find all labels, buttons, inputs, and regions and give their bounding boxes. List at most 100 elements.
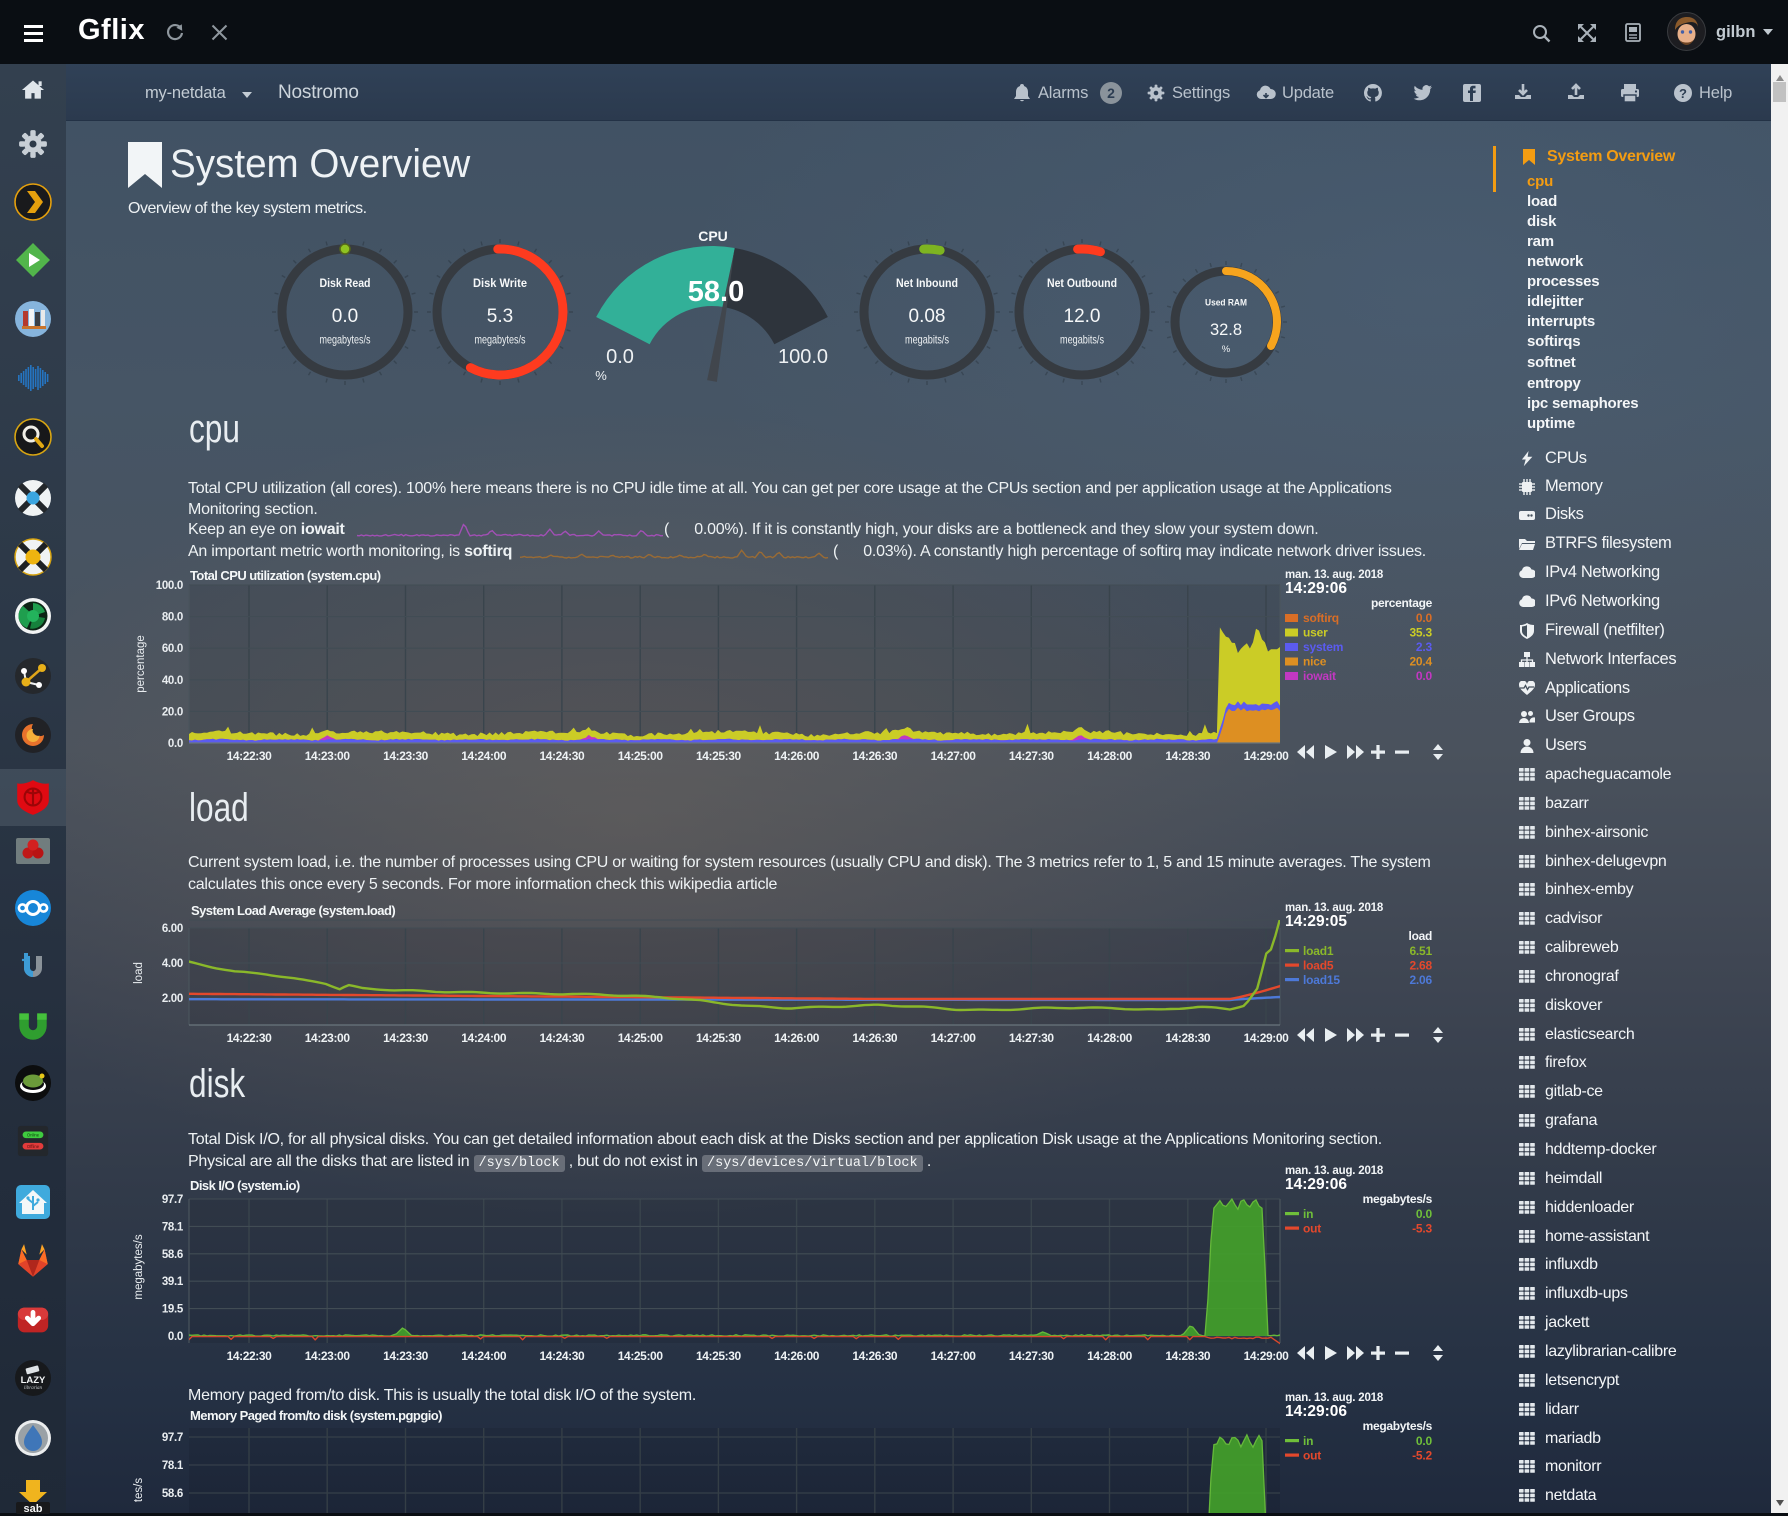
svg-text:14:27:30: 14:27:30	[1009, 749, 1055, 763]
svg-text:14:26:00: 14:26:00	[774, 1031, 820, 1045]
svg-text:14:24:30: 14:24:30	[539, 749, 585, 763]
svg-text:14:28:30: 14:28:30	[1165, 1349, 1211, 1363]
svg-text:14:27:30: 14:27:30	[1009, 1031, 1055, 1045]
svg-text:14:29:06: 14:29:06	[1285, 1403, 1347, 1420]
svg-text:60.0: 60.0	[162, 643, 183, 655]
svg-text:user: user	[1303, 626, 1328, 640]
svg-text:14:26:30: 14:26:30	[852, 1349, 898, 1363]
svg-text:97.7: 97.7	[162, 1432, 183, 1444]
svg-text:0.0: 0.0	[1416, 1434, 1433, 1448]
svg-text:softirq: softirq	[1303, 611, 1339, 625]
svg-text:tes/s: tes/s	[133, 1478, 145, 1503]
svg-text:14:22:30: 14:22:30	[227, 1349, 273, 1363]
svg-text:in: in	[1303, 1434, 1313, 1448]
svg-text:14:29:05: 14:29:05	[1285, 913, 1347, 930]
svg-text:14:24:30: 14:24:30	[539, 1031, 585, 1045]
svg-text:percentage: percentage	[1371, 596, 1433, 610]
svg-text:megabytes/s: megabytes/s	[133, 1234, 145, 1299]
svg-text:load15: load15	[1303, 973, 1340, 987]
svg-text:58.6: 58.6	[162, 1488, 183, 1500]
svg-text:14:25:00: 14:25:00	[618, 749, 664, 763]
svg-text:14:26:30: 14:26:30	[852, 1031, 898, 1045]
svg-text:14:27:00: 14:27:00	[931, 1349, 977, 1363]
svg-text:14:28:00: 14:28:00	[1087, 1031, 1133, 1045]
svg-text:14:23:30: 14:23:30	[383, 1349, 429, 1363]
svg-text:97.7: 97.7	[162, 1194, 183, 1206]
svg-text:58.6: 58.6	[162, 1249, 183, 1261]
svg-text:14:25:30: 14:25:30	[696, 1031, 742, 1045]
svg-text:out: out	[1303, 1449, 1321, 1463]
svg-text:in: in	[1303, 1207, 1313, 1221]
svg-text:14:27:00: 14:27:00	[931, 1031, 977, 1045]
svg-text:14:29:06: 14:29:06	[1285, 1176, 1347, 1193]
svg-text:100.0: 100.0	[156, 580, 183, 592]
svg-text:0.0: 0.0	[168, 738, 183, 750]
svg-text:14:28:00: 14:28:00	[1087, 1349, 1133, 1363]
svg-text:2.3: 2.3	[1416, 640, 1433, 654]
svg-text:35.3: 35.3	[1409, 626, 1432, 640]
svg-text:14:25:00: 14:25:00	[618, 1349, 664, 1363]
svg-text:78.1: 78.1	[162, 1460, 184, 1472]
svg-text:load5: load5	[1303, 959, 1334, 973]
svg-text:40.0: 40.0	[162, 675, 183, 687]
svg-text:0.0: 0.0	[1416, 669, 1433, 683]
svg-text:-5.2: -5.2	[1412, 1449, 1432, 1463]
svg-text:14:29:00: 14:29:00	[1244, 1031, 1290, 1045]
svg-text:14:23:30: 14:23:30	[383, 749, 429, 763]
svg-text:14:25:30: 14:25:30	[696, 749, 742, 763]
svg-text:load: load	[1409, 929, 1432, 943]
svg-text:14:24:30: 14:24:30	[539, 1349, 585, 1363]
svg-text:Memory Paged from/to disk (sys: Memory Paged from/to disk (system.pgpgio…	[190, 1408, 442, 1423]
svg-text:14:24:00: 14:24:00	[461, 1031, 507, 1045]
svg-text:Disk I/O (system.io): Disk I/O (system.io)	[190, 1178, 300, 1193]
svg-text:14:29:00: 14:29:00	[1244, 749, 1290, 763]
svg-text:System Load Average (system.lo: System Load Average (system.load)	[191, 903, 395, 918]
svg-text:0.0: 0.0	[1416, 1207, 1433, 1221]
svg-text:14:28:30: 14:28:30	[1165, 749, 1211, 763]
svg-text:system: system	[1303, 640, 1343, 654]
svg-text:megabytes/s: megabytes/s	[1363, 1419, 1433, 1433]
svg-text:14:28:00: 14:28:00	[1087, 749, 1133, 763]
svg-text:14:23:00: 14:23:00	[305, 749, 351, 763]
svg-text:load: load	[133, 962, 145, 984]
svg-text:load1: load1	[1303, 944, 1334, 958]
svg-text:14:23:00: 14:23:00	[305, 1349, 351, 1363]
svg-text:19.5: 19.5	[162, 1304, 184, 1316]
svg-text:14:23:30: 14:23:30	[383, 1031, 429, 1045]
svg-text:20.0: 20.0	[162, 706, 183, 718]
svg-text:20.4: 20.4	[1409, 655, 1432, 669]
svg-text:2.68: 2.68	[1409, 959, 1432, 973]
svg-text:4.00: 4.00	[162, 958, 183, 970]
svg-text:0.0: 0.0	[1416, 611, 1433, 625]
svg-text:2.00: 2.00	[162, 993, 183, 1005]
svg-text:14:26:30: 14:26:30	[852, 749, 898, 763]
svg-text:14:23:00: 14:23:00	[305, 1031, 351, 1045]
svg-text:14:24:00: 14:24:00	[461, 749, 507, 763]
svg-text:14:29:06: 14:29:06	[1285, 580, 1347, 597]
svg-text:14:29:00: 14:29:00	[1244, 1349, 1290, 1363]
svg-text:-5.3: -5.3	[1412, 1222, 1432, 1236]
svg-text:14:25:00: 14:25:00	[618, 1031, 664, 1045]
svg-text:14:28:30: 14:28:30	[1165, 1031, 1211, 1045]
svg-text:80.0: 80.0	[162, 612, 183, 624]
svg-text:14:25:30: 14:25:30	[696, 1349, 742, 1363]
svg-text:2.06: 2.06	[1409, 973, 1432, 987]
svg-text:39.1: 39.1	[162, 1276, 184, 1288]
svg-text:iowait: iowait	[1303, 669, 1336, 683]
svg-text:14:26:00: 14:26:00	[774, 749, 820, 763]
svg-text:Total CPU utilization (system.: Total CPU utilization (system.cpu)	[190, 568, 381, 583]
svg-text:14:22:30: 14:22:30	[227, 1031, 273, 1045]
svg-text:nice: nice	[1303, 655, 1327, 669]
svg-text:14:22:30: 14:22:30	[227, 749, 273, 763]
svg-text:14:24:00: 14:24:00	[461, 1349, 507, 1363]
svg-text:0.0: 0.0	[168, 1331, 183, 1343]
svg-text:78.1: 78.1	[162, 1221, 184, 1233]
svg-text:14:27:00: 14:27:00	[931, 749, 977, 763]
svg-text:14:26:00: 14:26:00	[774, 1349, 820, 1363]
svg-text:6.51: 6.51	[1409, 944, 1432, 958]
svg-text:percentage: percentage	[135, 635, 147, 693]
svg-text:14:27:30: 14:27:30	[1009, 1349, 1055, 1363]
svg-text:6.00: 6.00	[162, 923, 183, 935]
svg-text:megabytes/s: megabytes/s	[1363, 1192, 1433, 1206]
svg-text:out: out	[1303, 1222, 1321, 1236]
